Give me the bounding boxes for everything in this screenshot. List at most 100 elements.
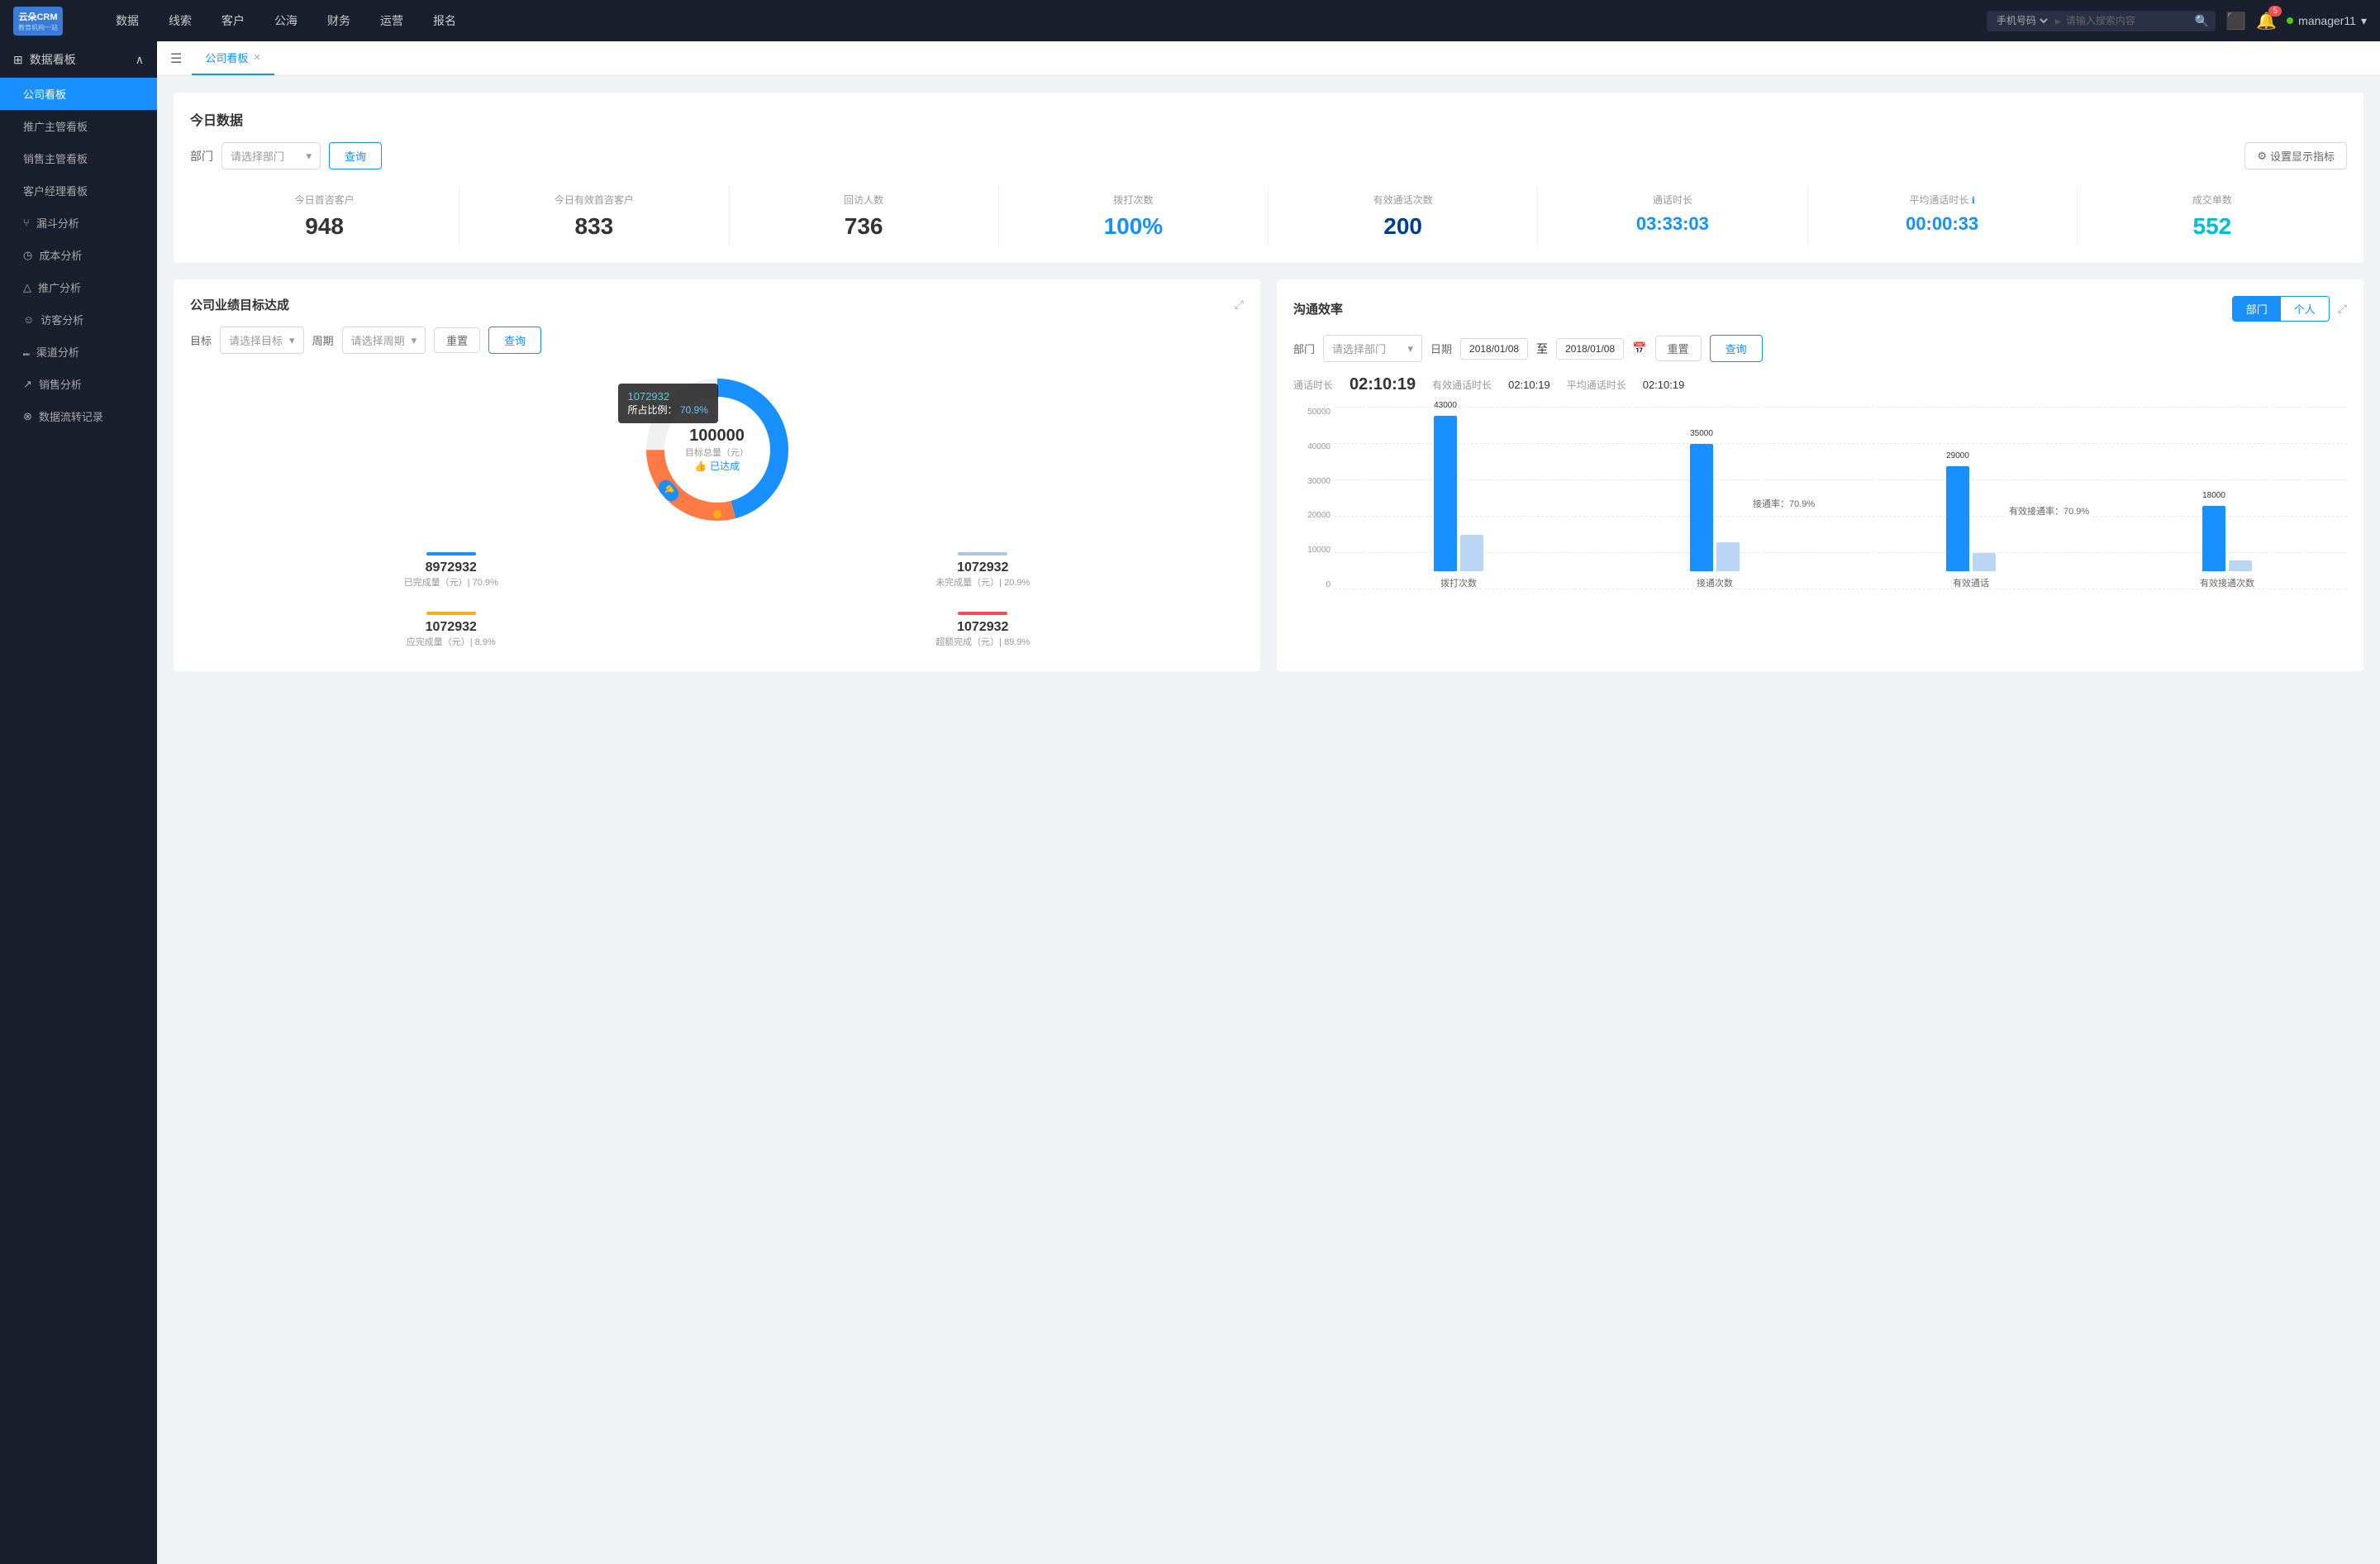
goal-stat-bar-1 bbox=[958, 552, 1007, 556]
period-select[interactable]: 请选择周期 ▾ bbox=[342, 327, 426, 354]
sidebar: ⊞ 数据看板 ∧ 公司看板 推广主管看板 销售主管看板 客户经理看板 ⑂ 漏斗分… bbox=[0, 41, 157, 1564]
nav-data[interactable]: 数据 bbox=[104, 7, 150, 34]
bar-effective-label: 29000 bbox=[1946, 451, 1969, 460]
sidebar-section-header[interactable]: ⊞ 数据看板 ∧ bbox=[0, 41, 157, 78]
search-input[interactable] bbox=[2066, 15, 2190, 26]
sidebar-item-data-flow[interactable]: ⊗ 数据流转记录 bbox=[0, 400, 157, 432]
goal-select[interactable]: 请选择目标 ▾ bbox=[220, 327, 304, 354]
connect-rate-annotation: 接通率：70.9% bbox=[1749, 495, 1818, 512]
dept-select[interactable]: 请选择部门 ▾ bbox=[221, 142, 321, 169]
goal-stat-value-3: 1072932 bbox=[729, 620, 1238, 635]
search-icon[interactable]: 🔍 bbox=[2195, 14, 2209, 28]
goal-stat-label-0: 已完成量（元）| 70.9% bbox=[197, 575, 706, 589]
donut-center-sub: 👍 已达成 bbox=[685, 459, 749, 473]
user-dropdown-icon[interactable]: ▾ bbox=[2361, 14, 2367, 28]
eff-time-row: 通话时长 02:10:19 有效通话时长 02:10:19 平均通话时长 02:… bbox=[1293, 375, 2347, 394]
goal-stat-bar-3 bbox=[958, 612, 1007, 615]
bar-connect-main: 35000 bbox=[1690, 444, 1713, 571]
avg-duration-label: 平均通话时长 bbox=[1567, 378, 1626, 392]
stat-effective-first-consult: 今日有效首咨客户 833 bbox=[459, 186, 729, 246]
settings-button[interactable]: ⚙ 设置显示指标 bbox=[2244, 142, 2347, 169]
online-status-dot bbox=[2287, 17, 2293, 24]
logo: 云朵CRM 教育机构一站 bbox=[13, 7, 88, 36]
tab-bar: ☰ 公司看板 ✕ bbox=[157, 41, 2380, 76]
goal-stat-value-2: 1072932 bbox=[197, 620, 706, 635]
eff-dept-select[interactable]: 请选择部门 ▾ bbox=[1323, 335, 1422, 362]
goal-select-placeholder: 请选择目标 bbox=[229, 332, 283, 348]
eff-reset-button[interactable]: 重置 bbox=[1655, 336, 1702, 361]
eff-duration-label: 有效通话时长 bbox=[1432, 378, 1492, 392]
sidebar-item-label: 推广主管看板 bbox=[23, 118, 88, 134]
sidebar-item-visitor[interactable]: ☺ 访客分析 bbox=[0, 303, 157, 336]
stat-label-4: 有效通话次数 bbox=[1272, 193, 1534, 207]
nav-public-sea[interactable]: 公海 bbox=[263, 7, 309, 34]
sidebar-item-funnel[interactable]: ⑂ 漏斗分析 bbox=[0, 207, 157, 239]
nav-items: 数据 线索 客户 公海 财务 运营 报名 bbox=[104, 7, 1987, 34]
date-from-input[interactable]: 2018/01/08 bbox=[1460, 338, 1528, 360]
sidebar-item-label: 公司看板 bbox=[23, 86, 66, 102]
goal-stat-1: 1072932 未完成量（元）| 20.9% bbox=[722, 546, 1245, 595]
panels-row: 公司业绩目标达成 ⤢ 目标 请选择目标 ▾ 周期 请选择周期 ▾ bbox=[174, 279, 2363, 671]
goal-expand-icon[interactable]: ⤢ bbox=[1235, 298, 1244, 312]
y-label-4: 40000 bbox=[1293, 442, 1330, 451]
eff-rate-annotation: 有效接通率：70.9% bbox=[2006, 503, 2092, 519]
donut-center: 100000 目标总量（元） 👍 已达成 bbox=[685, 427, 749, 473]
donut-tooltip: 1072932 所占比例： 70.9% bbox=[618, 384, 718, 423]
eff-expand-icon[interactable]: ⤢ bbox=[2338, 302, 2347, 316]
sidebar-item-promotion-analysis[interactable]: △ 推广分析 bbox=[0, 271, 157, 303]
today-query-button[interactable]: 查询 bbox=[329, 142, 382, 169]
eff-panel-header: 沟通效率 部门 个人 ⤢ bbox=[1293, 296, 2347, 322]
goal-stat-bar-0 bbox=[426, 552, 476, 556]
bar-effective-main: 29000 bbox=[1946, 466, 1969, 571]
sidebar-item-manager-board[interactable]: 客户经理看板 bbox=[0, 174, 157, 207]
sidebar-item-sales-board[interactable]: 销售主管看板 bbox=[0, 142, 157, 174]
nav-enrollment[interactable]: 报名 bbox=[421, 7, 468, 34]
goal-query-button[interactable]: 查询 bbox=[488, 327, 541, 354]
nav-finance[interactable]: 财务 bbox=[316, 7, 362, 34]
bar-connect-label: 35000 bbox=[1690, 429, 1713, 438]
calendar-icon[interactable]: 📅 bbox=[1632, 341, 1646, 355]
sidebar-item-label: 客户经理看板 bbox=[23, 183, 88, 198]
eff-dept-arrow: ▾ bbox=[1407, 342, 1413, 355]
y-label-0: 0 bbox=[1293, 580, 1330, 589]
bar-eff-connect-main: 18000 bbox=[2202, 506, 2225, 571]
stat-value-1: 833 bbox=[463, 213, 725, 240]
tab-close-icon[interactable]: ✕ bbox=[253, 52, 260, 63]
tab-toggle-dept[interactable]: 部门 bbox=[2233, 297, 2281, 321]
sidebar-item-company-board[interactable]: 公司看板 bbox=[0, 78, 157, 110]
promo-icon: △ bbox=[23, 281, 31, 294]
search-type-select[interactable]: 手机号码 bbox=[1993, 14, 2050, 27]
page-content: 今日数据 部门 请选择部门 ▾ 查询 ⚙ 设置显示指标 bbox=[157, 76, 2380, 688]
sidebar-item-channel[interactable]: ⑉ 渠道分析 bbox=[0, 336, 157, 368]
avg-duration-value: 02:10:19 bbox=[1643, 379, 1685, 391]
stat-label-1: 今日有效首咨客户 bbox=[463, 193, 725, 207]
tooltip-pct: 所占比例： 70.9% bbox=[628, 403, 708, 417]
stat-value-6: 00:00:33 bbox=[1811, 213, 2073, 235]
sidebar-item-sales-analysis[interactable]: ↗ 销售分析 bbox=[0, 368, 157, 400]
nav-operations[interactable]: 运营 bbox=[369, 7, 415, 34]
sidebar-item-label: 销售分析 bbox=[39, 376, 82, 392]
eff-query-button[interactable]: 查询 bbox=[1710, 335, 1763, 362]
tab-company-board[interactable]: 公司看板 ✕ bbox=[192, 41, 274, 75]
goal-reset-button[interactable]: 重置 bbox=[434, 327, 480, 353]
stat-first-consult: 今日首咨客户 948 bbox=[190, 186, 459, 246]
settings-icon: ⚙ bbox=[2257, 150, 2267, 163]
date-separator: 至 bbox=[1536, 341, 1548, 357]
tab-toggle-person[interactable]: 个人 bbox=[2281, 297, 2329, 321]
date-to-input[interactable]: 2018/01/08 bbox=[1556, 338, 1624, 360]
monitor-icon[interactable]: ⬛ bbox=[2225, 11, 2246, 31]
eff-date-label: 日期 bbox=[1430, 341, 1452, 356]
hamburger-icon[interactable]: ☰ bbox=[170, 50, 182, 67]
sidebar-item-promotion-board[interactable]: 推广主管看板 bbox=[0, 110, 157, 142]
period-filter-label: 周期 bbox=[312, 332, 334, 348]
notification-icon[interactable]: 🔔 5 bbox=[2256, 11, 2277, 31]
chevron-up-icon: ∧ bbox=[136, 53, 144, 67]
today-filter-row: 部门 请选择部门 ▾ 查询 ⚙ 设置显示指标 bbox=[190, 142, 2347, 169]
dept-select-arrow: ▾ bbox=[306, 150, 312, 163]
user-info[interactable]: manager11 ▾ bbox=[2287, 14, 2367, 28]
donut-center-value: 100000 bbox=[685, 427, 749, 446]
nav-customers[interactable]: 客户 bbox=[210, 7, 256, 34]
goal-panel-header: 公司业绩目标达成 ⤢ bbox=[190, 296, 1244, 313]
sidebar-item-cost[interactable]: ◷ 成本分析 bbox=[0, 239, 157, 271]
nav-leads[interactable]: 线索 bbox=[157, 7, 203, 34]
